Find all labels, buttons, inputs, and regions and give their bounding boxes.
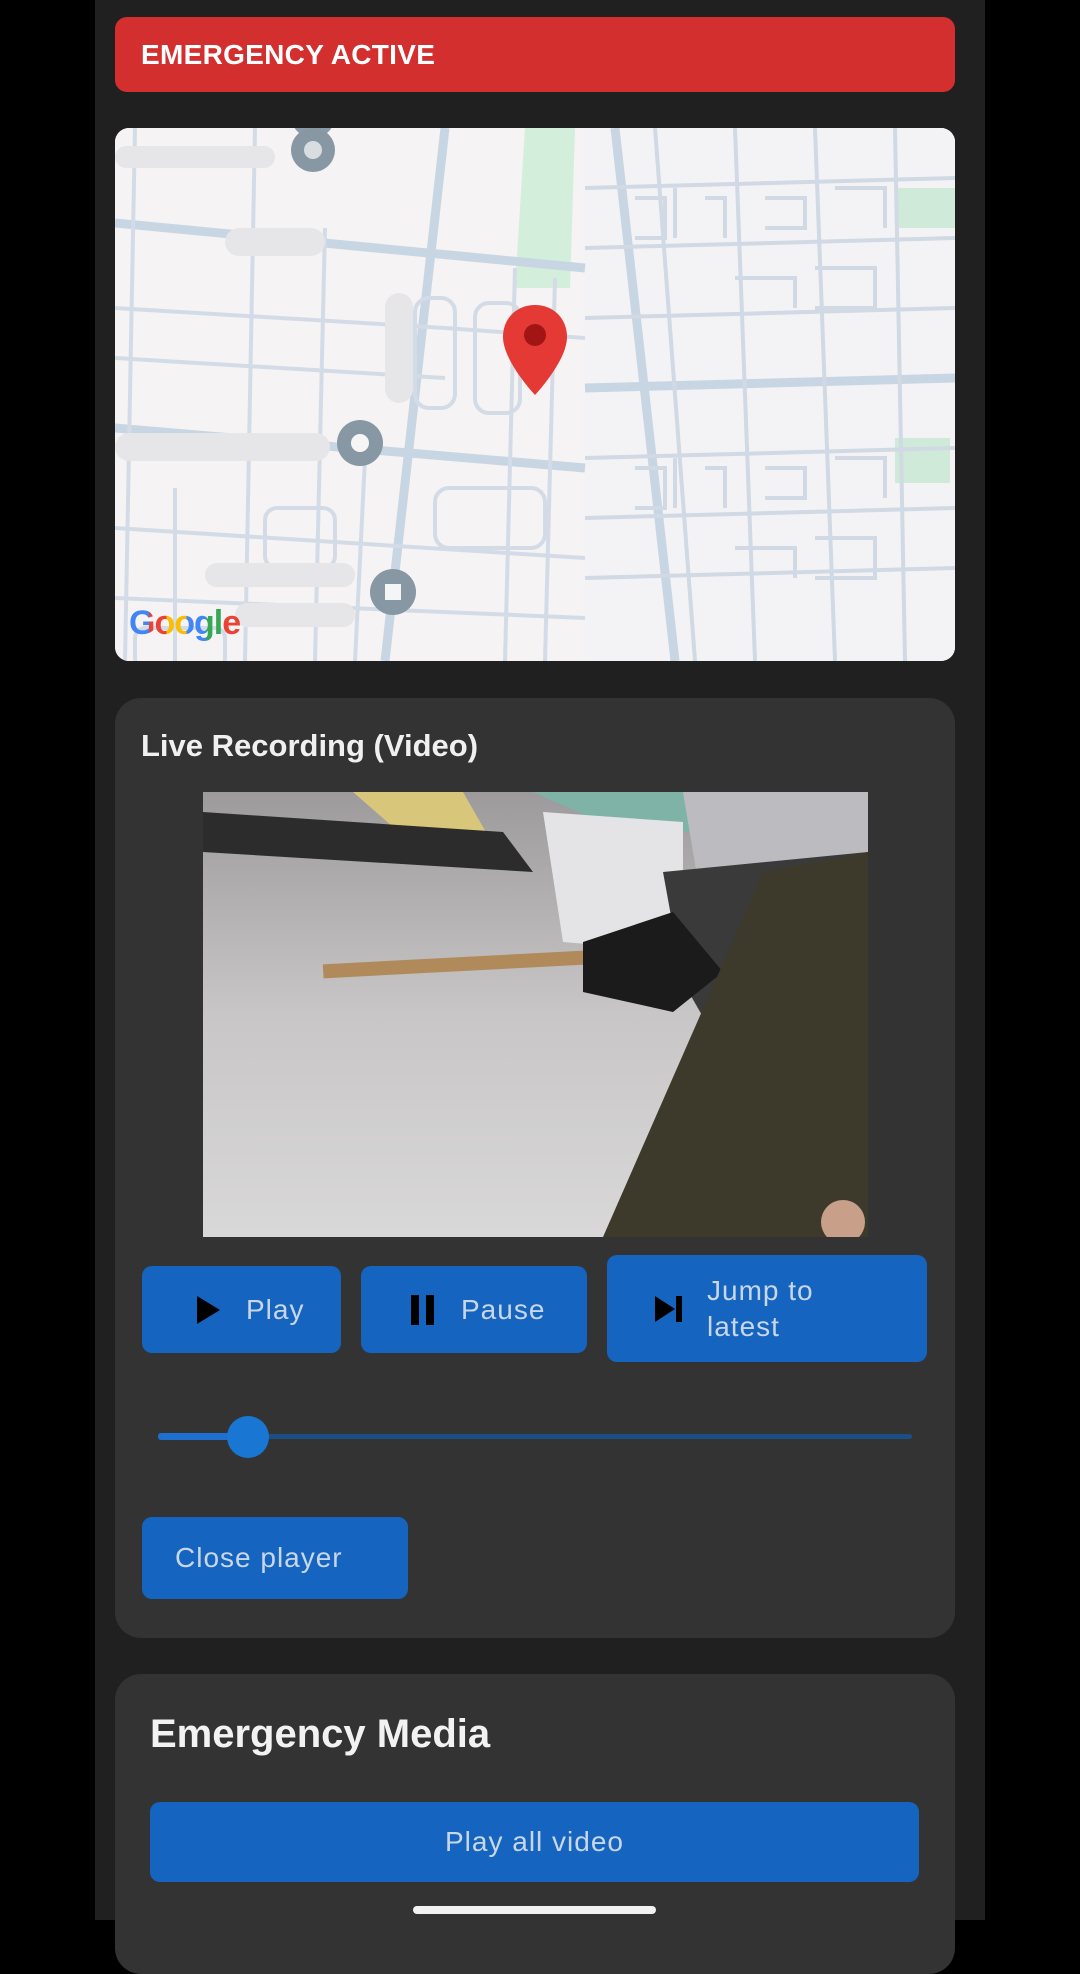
location-map[interactable]: Google bbox=[115, 128, 955, 661]
google-attribution: Google bbox=[129, 604, 241, 642]
play-button[interactable]: Play bbox=[142, 1266, 341, 1353]
jump-to-latest-button[interactable]: Jump to latest bbox=[607, 1255, 927, 1362]
pause-button[interactable]: Pause bbox=[361, 1266, 587, 1353]
video-frame bbox=[203, 792, 868, 1237]
play-all-video-label: Play all video bbox=[445, 1826, 624, 1857]
emergency-media-title: Emergency Media bbox=[150, 1712, 491, 1756]
close-player-button[interactable]: Close player bbox=[142, 1517, 408, 1599]
home-indicator[interactable] bbox=[413, 1906, 656, 1914]
app-screen: EMERGENCY ACTIVE Google Live Recording (… bbox=[95, 0, 985, 1974]
close-player-label: Close player bbox=[175, 1542, 343, 1573]
emergency-media-card: Emergency Media Play all video bbox=[115, 1674, 955, 1974]
seek-track bbox=[158, 1434, 912, 1439]
pause-icon bbox=[403, 1290, 443, 1330]
jump-to-latest-label: Jump to latest bbox=[707, 1274, 814, 1342]
live-recording-card: Live Recording (Video) Play Pause Jump t… bbox=[115, 698, 955, 1638]
video-player[interactable] bbox=[203, 792, 868, 1237]
skip-next-icon bbox=[649, 1289, 689, 1329]
emergency-banner: EMERGENCY ACTIVE bbox=[115, 17, 955, 92]
location-pin-icon bbox=[503, 305, 567, 395]
emergency-banner-text: EMERGENCY ACTIVE bbox=[141, 38, 436, 70]
live-recording-title: Live Recording (Video) bbox=[141, 728, 479, 763]
seek-slider[interactable] bbox=[158, 1416, 912, 1458]
play-icon bbox=[188, 1290, 228, 1330]
play-label: Play bbox=[246, 1293, 305, 1325]
seek-thumb[interactable] bbox=[227, 1416, 270, 1458]
pause-label: Pause bbox=[461, 1293, 546, 1325]
play-all-video-button[interactable]: Play all video bbox=[150, 1802, 919, 1882]
